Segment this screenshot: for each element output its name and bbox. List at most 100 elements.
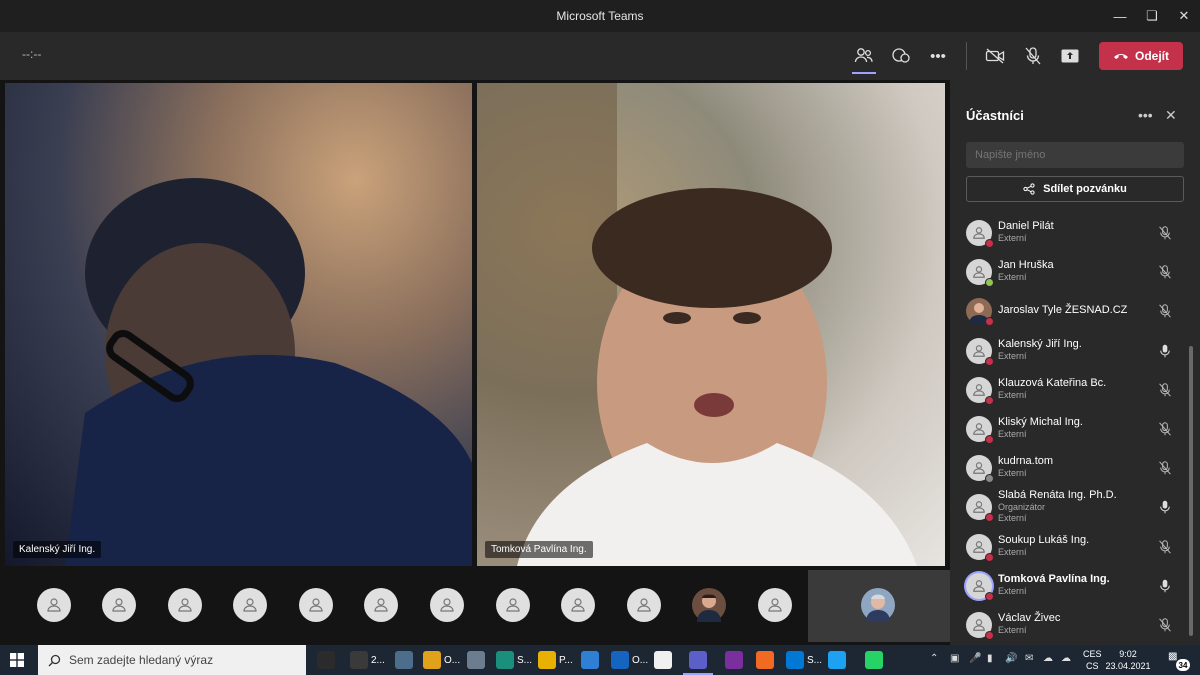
mic-off-icon bbox=[1158, 618, 1172, 632]
participant-row[interactable]: Klauzová Kateřina Bc. Externí bbox=[950, 371, 1200, 410]
app-icon bbox=[467, 651, 485, 669]
participants-button[interactable] bbox=[851, 44, 877, 68]
minimize-icon[interactable]: — bbox=[1104, 0, 1136, 32]
panel-more-icon[interactable]: ••• bbox=[1138, 107, 1153, 123]
search-icon bbox=[48, 654, 61, 666]
taskbar-app-app[interactable] bbox=[467, 650, 485, 670]
more-icon: ••• bbox=[930, 47, 946, 65]
taskbar-clock[interactable]: 9:02 23.04.2021 bbox=[1103, 648, 1153, 672]
whatsapp-icon bbox=[865, 651, 883, 669]
tray-battery-icon[interactable]: ▮ bbox=[987, 653, 993, 664]
photo-avatar bbox=[697, 594, 721, 622]
participant-row[interactable]: Jan Hruška Externí bbox=[950, 253, 1200, 292]
taskbar-app-app-2[interactable]: 2... bbox=[350, 650, 385, 670]
taskbar-app-outlook[interactable]: O... bbox=[611, 650, 648, 670]
taskbar-app-file-explorer[interactable]: P... bbox=[538, 650, 573, 670]
microphone-button[interactable] bbox=[1020, 44, 1046, 68]
person-icon bbox=[973, 423, 985, 435]
participant-row[interactable]: Kalenský Jiří Ing. Externí bbox=[950, 332, 1200, 371]
strip-avatar[interactable] bbox=[561, 588, 595, 622]
tray-mic-icon[interactable]: 🎤 bbox=[969, 653, 981, 664]
participant-row[interactable]: Kliský Michal Ing. Externí bbox=[950, 410, 1200, 449]
strip-avatar[interactable] bbox=[627, 588, 661, 622]
chat-button[interactable] bbox=[888, 44, 914, 68]
mic-on-icon bbox=[1158, 579, 1172, 593]
tray-chat-icon[interactable]: ✉ bbox=[1025, 653, 1033, 664]
windows-start-button[interactable] bbox=[10, 653, 24, 672]
strip-avatar-photo[interactable] bbox=[692, 588, 726, 622]
strip-avatar[interactable] bbox=[758, 588, 792, 622]
presence-status-icon bbox=[985, 278, 994, 288]
tray-network-icon[interactable]: ▣ bbox=[950, 653, 959, 664]
strip-avatar[interactable] bbox=[496, 588, 530, 622]
input-language-indicator[interactable]: CES CS bbox=[1083, 648, 1102, 672]
panel-close-icon[interactable]: ✕ bbox=[1165, 107, 1177, 124]
person-icon bbox=[973, 344, 985, 357]
restore-icon[interactable]: ❏ bbox=[1136, 0, 1168, 32]
language-code: CES bbox=[1083, 649, 1102, 659]
tray-chevron-icon[interactable]: ⌃ bbox=[930, 653, 938, 664]
participant-row[interactable]: Slabá Renáta Ing. Ph.D. Organizátor Extern… bbox=[950, 488, 1200, 527]
taskbar-app-mail[interactable] bbox=[581, 650, 599, 670]
participant-row[interactable]: Tomková Pavlína Ing. Externí bbox=[950, 567, 1200, 606]
window-title: Microsoft Teams bbox=[556, 9, 644, 23]
tray-volume-icon[interactable]: 🔊 bbox=[1005, 653, 1017, 664]
strip-avatar[interactable] bbox=[168, 588, 202, 622]
presence-status-icon bbox=[985, 239, 994, 248]
participant-name: kudrna.tom bbox=[998, 455, 1054, 468]
participant-name: Jan Hruška bbox=[998, 259, 1054, 272]
app-orange-icon bbox=[756, 651, 774, 669]
participant-subtitle: Externí bbox=[998, 350, 1027, 361]
taskbar-app-whatsapp[interactable] bbox=[865, 650, 883, 670]
mic-on-icon bbox=[1158, 344, 1172, 358]
mail-icon bbox=[581, 651, 599, 669]
participant-row[interactable]: Soukup Lukáš Ing. Externí bbox=[950, 528, 1200, 567]
leave-button[interactable]: Odejít bbox=[1099, 42, 1183, 70]
taskbar-app-store[interactable] bbox=[654, 650, 672, 670]
participant-row[interactable]: Jaroslav Tyle ŽESNAD.CZ bbox=[950, 292, 1200, 331]
participant-avatar bbox=[966, 533, 994, 562]
strip-avatar[interactable] bbox=[430, 588, 464, 622]
video-tile-kalensky[interactable]: Kalenský Jiří Ing. bbox=[5, 83, 472, 566]
more-actions-button[interactable]: ••• bbox=[925, 44, 951, 68]
taskbar-app-chrome[interactable]: O... bbox=[423, 650, 460, 670]
participant-avatar bbox=[966, 494, 994, 523]
panel-title: Účastníci bbox=[966, 108, 1024, 123]
taskbar-app-label: S... bbox=[807, 654, 823, 666]
taskbar-app-edge[interactable]: S... bbox=[496, 650, 532, 670]
participant-row[interactable]: Daniel Pilát Externí bbox=[950, 214, 1200, 253]
participant-search-input[interactable] bbox=[966, 142, 1184, 168]
taskbar-search[interactable]: Sem zadejte hledaný výraz bbox=[38, 645, 306, 675]
person-icon bbox=[973, 619, 985, 631]
strip-avatar[interactable] bbox=[233, 588, 267, 622]
strip-avatar[interactable] bbox=[102, 588, 136, 622]
share-invite-button[interactable]: Sdílet pozvánku bbox=[966, 176, 1184, 202]
camera-button[interactable] bbox=[982, 44, 1008, 68]
people-icon bbox=[854, 48, 873, 63]
mic-off-icon bbox=[1158, 304, 1172, 318]
tray-cloud-icon[interactable]: ☁ bbox=[1043, 653, 1053, 664]
tray-cloud-2-icon[interactable]: ☁ bbox=[1061, 653, 1071, 664]
share-screen-button[interactable] bbox=[1057, 44, 1083, 68]
chrome-icon bbox=[423, 651, 441, 669]
taskbar-app-teams[interactable] bbox=[683, 650, 713, 675]
participant-row[interactable]: kudrna.tom Externí bbox=[950, 449, 1200, 488]
taskbar-app-calculator[interactable] bbox=[395, 650, 413, 670]
close-window-icon[interactable]: ✕ bbox=[1168, 0, 1200, 32]
taskbar-app-skype[interactable]: S... bbox=[786, 650, 822, 670]
strip-avatar[interactable] bbox=[364, 588, 398, 622]
clock-date: 23.04.2021 bbox=[1105, 661, 1151, 671]
video-tile-tomkova[interactable]: Tomková Pavlína Ing. bbox=[477, 83, 945, 566]
taskbar-app-onenote[interactable] bbox=[725, 650, 743, 670]
participant-list-scrollbar[interactable] bbox=[1189, 346, 1193, 636]
outlook-icon bbox=[611, 651, 629, 669]
person-icon bbox=[973, 462, 985, 474]
taskbar-app-twitter[interactable] bbox=[828, 650, 846, 670]
strip-avatar[interactable] bbox=[37, 588, 71, 622]
self-view-tile[interactable] bbox=[808, 570, 950, 642]
participant-row[interactable]: Václav Živec Externí bbox=[950, 606, 1200, 645]
strip-avatar[interactable] bbox=[299, 588, 333, 622]
taskbar-app-app-orange[interactable] bbox=[756, 650, 774, 670]
participant-avatar bbox=[966, 298, 994, 327]
taskbar-app-task-view[interactable] bbox=[317, 650, 335, 670]
